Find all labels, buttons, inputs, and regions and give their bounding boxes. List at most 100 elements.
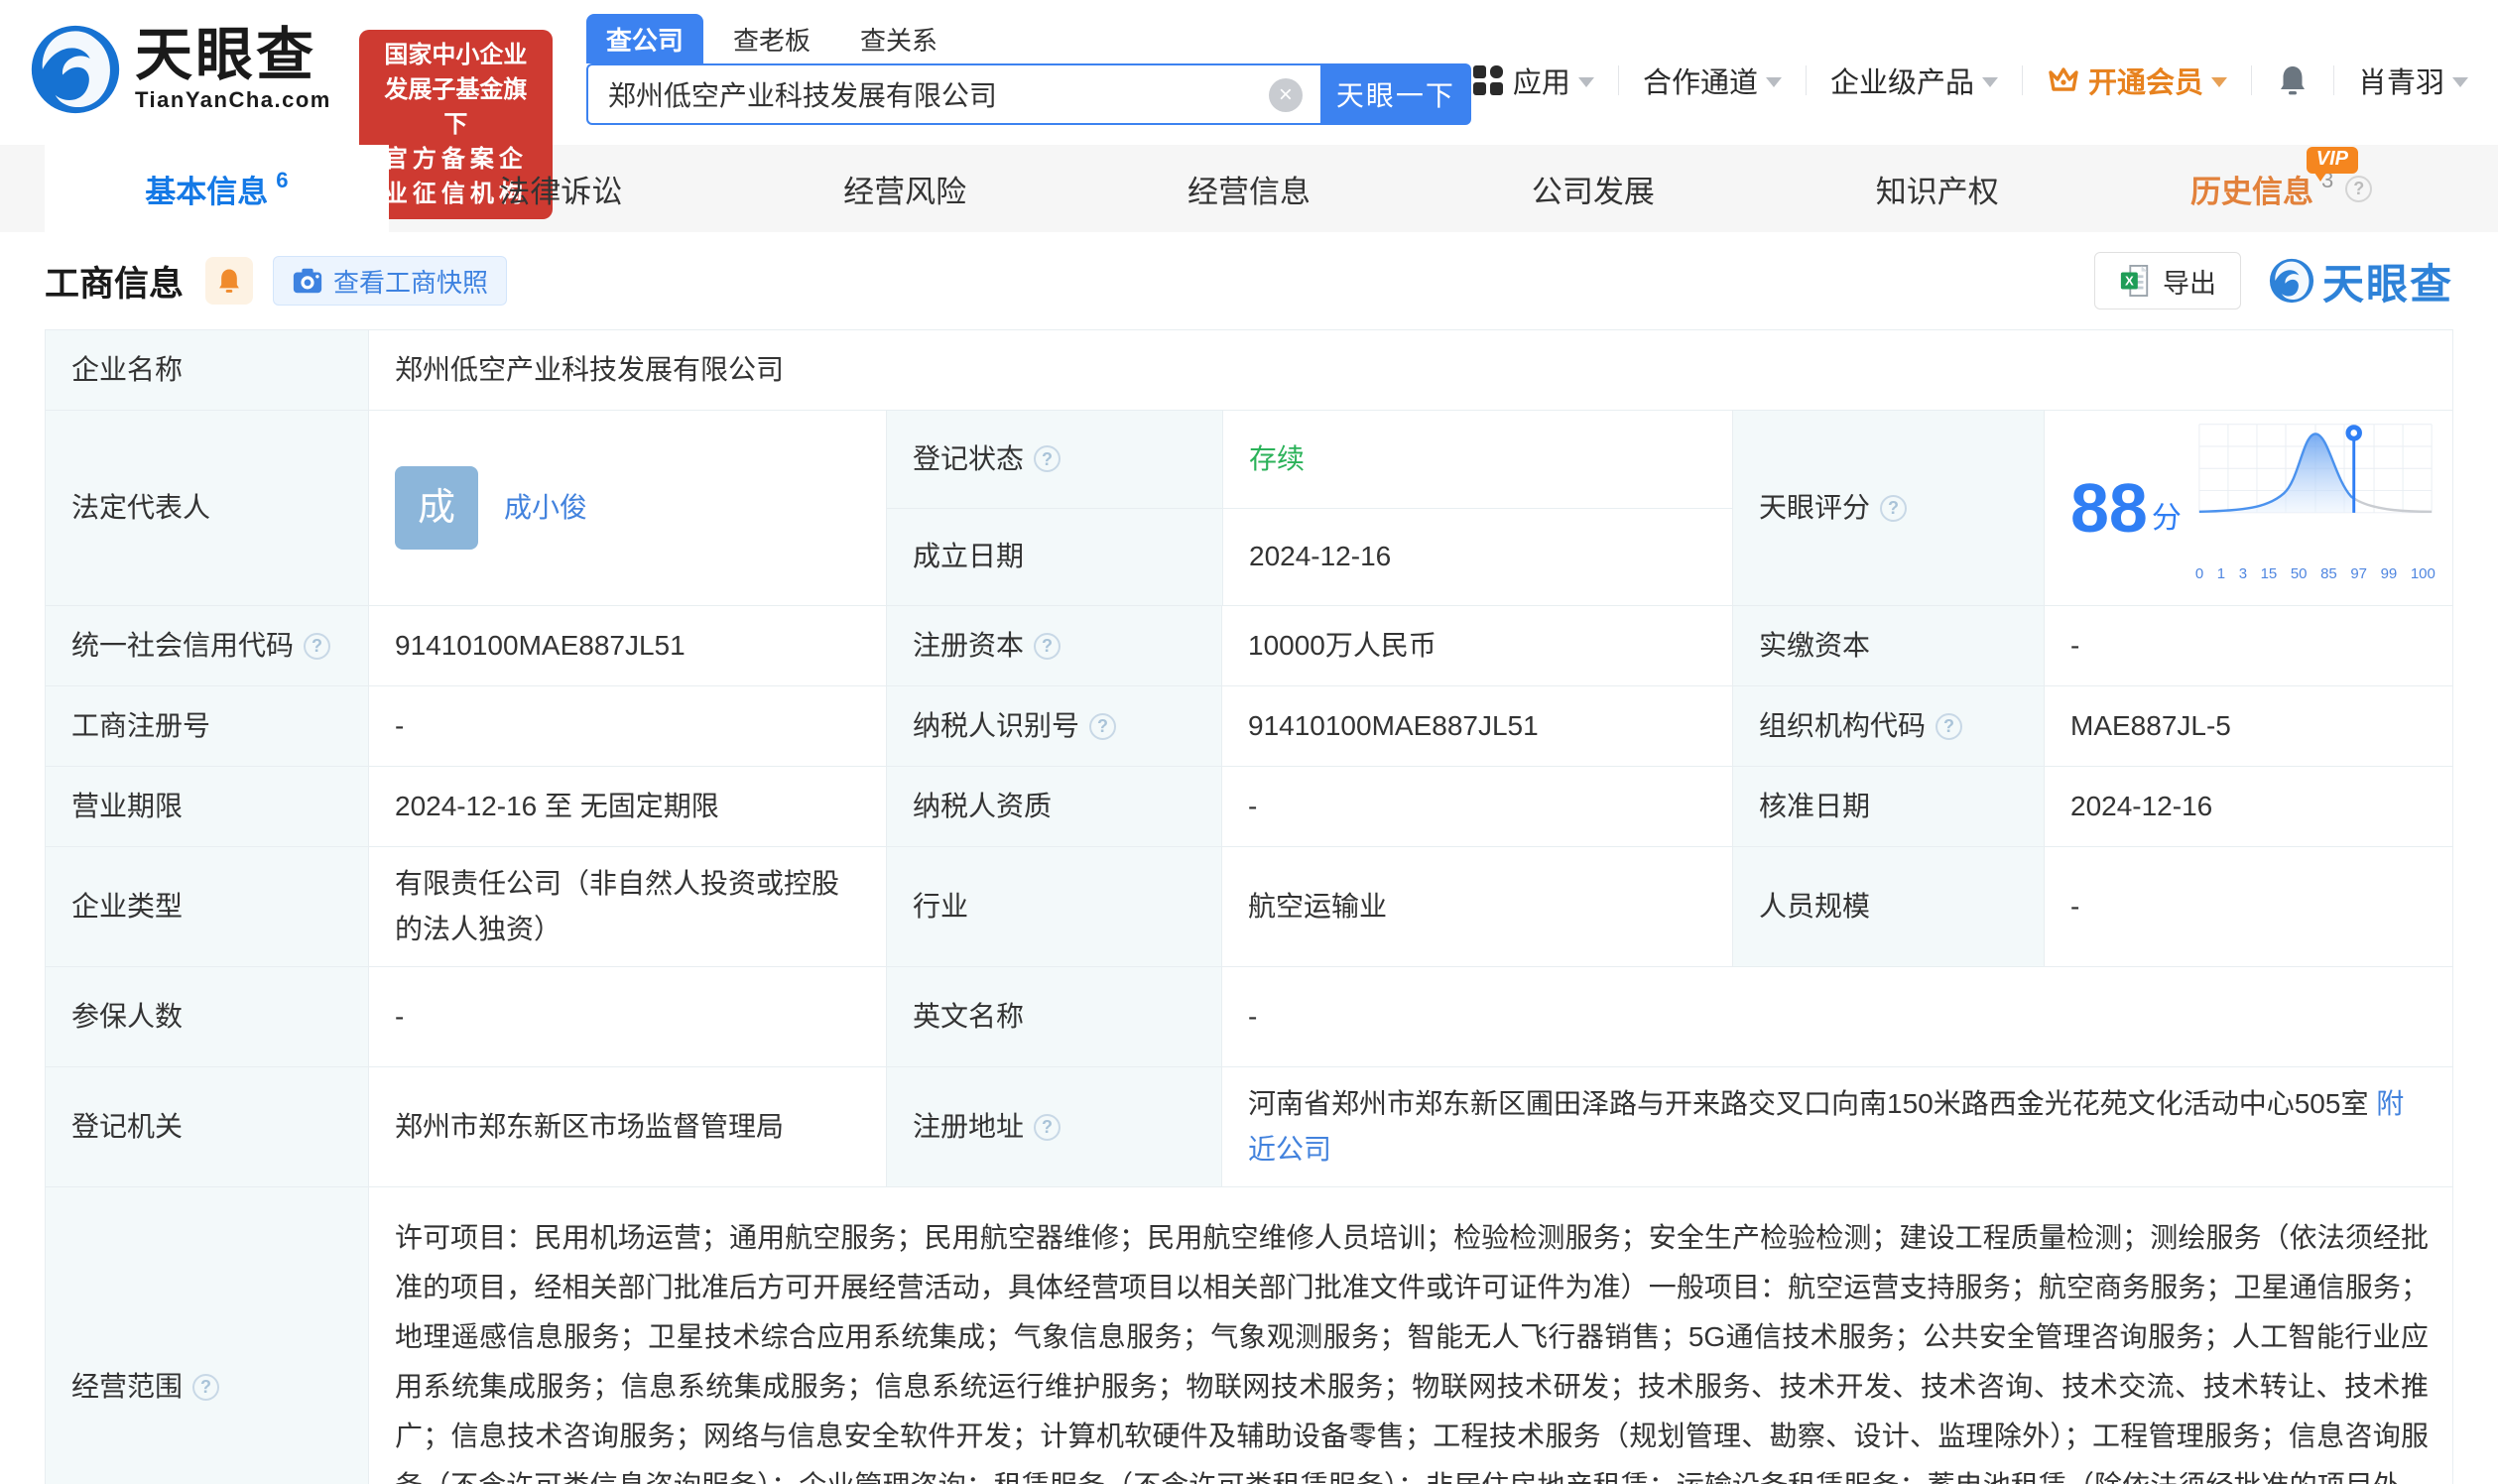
tab-history-info[interactable]: VIP 历史信息 3 ? — [2109, 145, 2453, 232]
user-menu[interactable]: 肖青羽 — [2358, 60, 2468, 101]
nav-enterprise-label: 企业级产品 — [1830, 60, 1974, 101]
search-button[interactable]: 天眼一下 — [1320, 63, 1471, 125]
nav-item-apps[interactable]: 应用 — [1471, 60, 1594, 101]
help-icon[interactable]: ? — [1880, 495, 1907, 522]
staff-size-label: 人员规模 — [1732, 847, 2044, 966]
help-icon[interactable]: ? — [1034, 445, 1061, 472]
tianyancha-logo[interactable]: 天眼查 TianYanCha.com — [30, 24, 331, 115]
clear-search-icon[interactable]: × — [1269, 78, 1303, 112]
table-row: 统一社会信用代码 ? 91410100MAE887JL51 注册资本 ? 100… — [46, 605, 2452, 685]
help-icon[interactable]: ? — [1034, 1114, 1061, 1141]
reg-status-label: 登记状态 ? — [887, 411, 1222, 508]
nav-item-vip[interactable]: 开通会员 — [2047, 60, 2227, 101]
status-date-block: 登记状态 ? 存续 成立日期 2024-12-16 — [886, 411, 1732, 605]
search-tab-boss[interactable]: 查老板 — [713, 14, 830, 63]
monitor-bell-button[interactable] — [205, 257, 253, 305]
table-row: 登记机关 郑州市郑东新区市场监督管理局 注册地址 ? 河南省郑州市郑东新区圃田泽… — [46, 1066, 2452, 1186]
logo-swirl-icon — [30, 24, 121, 115]
search-tab-company[interactable]: 查公司 — [586, 14, 703, 63]
tab-basic-info[interactable]: 基本信息 6 — [45, 145, 389, 232]
reg-capital-value: 10000万人民币 — [1221, 606, 1732, 685]
nav-divider — [2333, 65, 2334, 95]
bell-icon — [215, 267, 243, 295]
chevron-down-icon — [1982, 77, 1998, 87]
bell-curve-chart — [2195, 419, 2436, 536]
taxpayer-id-value: 91410100MAE887JL51 — [1221, 686, 1732, 766]
insured-count-label: 参保人数 — [46, 967, 368, 1066]
tab-intellectual-property[interactable]: 知识产权 — [1765, 145, 2109, 232]
industry-label: 行业 — [886, 847, 1221, 966]
table-row: 工商注册号 - 纳税人识别号 ? 91410100MAE887JL51 组织机构… — [46, 685, 2452, 766]
legal-rep-label: 法定代表人 — [46, 411, 368, 605]
company-detail-tabs: 基本信息 6 法律诉讼 经营风险 经营信息 公司发展 知识产权 VIP 历史信息… — [0, 145, 2498, 232]
help-icon[interactable]: ? — [1089, 713, 1116, 740]
credit-code-value: 91410100MAE887JL51 — [368, 606, 886, 685]
tab-label: 经营信息 — [1187, 167, 1311, 211]
search-type-tabs: 查公司 查老板 查关系 — [586, 14, 1471, 63]
help-icon[interactable]: ? — [192, 1374, 219, 1401]
tab-legal-proceedings[interactable]: 法律诉讼 — [389, 145, 733, 232]
nav-divider — [2022, 65, 2023, 95]
search-tab-relation[interactable]: 查关系 — [840, 14, 957, 63]
label-text: 登记状态 — [913, 436, 1024, 482]
company-name-label: 企业名称 — [46, 330, 368, 410]
gov-badge-line1: 国家中小企业发展子基金旗下 — [375, 38, 537, 142]
logo-title: 天眼查 — [135, 26, 331, 85]
reg-address-cell: 河南省郑州市郑东新区圃田泽路与开来路交叉口向南150米路西金光花苑文化活动中心5… — [1221, 1067, 2454, 1186]
table-row: 经营范围 ? 许可项目：民用机场运营；通用航空服务；民用航空器维修；民用航空维修… — [46, 1186, 2452, 1484]
tab-company-development[interactable]: 公司发展 — [1421, 145, 1765, 232]
business-info-section-header: 工商信息 查看工商快照 — [0, 232, 2498, 329]
table-row: 企业类型 有限责任公司（非自然人投资或控股的法人独资） 行业 航空运输业 人员规… — [46, 846, 2452, 966]
search-row: × 天眼一下 — [586, 63, 1471, 125]
score-axis: 01 315 5085 9799 100 — [2195, 552, 2436, 597]
search-input[interactable] — [586, 63, 1320, 125]
nav-partner-label: 合作通道 — [1643, 60, 1758, 101]
legal-rep-cell: 成 成小俊 — [368, 411, 886, 605]
help-icon[interactable]: ? — [1034, 633, 1061, 660]
help-icon[interactable]: ? — [2345, 176, 2372, 202]
export-button[interactable]: X 导出 — [2094, 252, 2241, 309]
score-distribution-chart: 01 315 5085 9799 100 — [2195, 419, 2436, 597]
help-icon[interactable]: ? — [1936, 713, 1962, 740]
taxpayer-qualification-value: - — [1221, 767, 1732, 846]
tab-label: 历史信息 — [2190, 167, 2313, 211]
taxpayer-id-label: 纳税人识别号 ? — [886, 686, 1221, 766]
company-type-label: 企业类型 — [46, 847, 368, 966]
reg-number-value: - — [368, 686, 886, 766]
tab-business-risk[interactable]: 经营风险 — [733, 145, 1077, 232]
search-area: 查公司 查老板 查关系 × 天眼一下 — [586, 14, 1471, 125]
app-grid-icon — [1471, 63, 1505, 97]
reg-address-value: 河南省郑州市郑东新区圃田泽路与开来路交叉口向南150米路西金光花苑文化活动中心5… — [1248, 1088, 2368, 1119]
taxpayer-qualification-label: 纳税人资质 — [886, 767, 1221, 846]
tianyancha-company-page: 天眼查 TianYanCha.com 国家中小企业发展子基金旗下 官方备案企业征… — [0, 0, 2498, 1484]
english-name-value: - — [1221, 967, 2454, 1066]
score-unit: 分 — [2152, 496, 2182, 542]
credit-code-label: 统一社会信用代码 ? — [46, 606, 368, 685]
reg-authority-value: 郑州市郑东新区市场监督管理局 — [368, 1067, 886, 1186]
nav-item-partner[interactable]: 合作通道 — [1643, 60, 1782, 101]
label-text: 组织机构代码 — [1759, 703, 1926, 749]
nav-item-enterprise[interactable]: 企业级产品 — [1830, 60, 1998, 101]
approval-date-label: 核准日期 — [1732, 767, 2044, 846]
logo-swirl-icon — [2269, 258, 2314, 304]
tab-business-info[interactable]: 经营信息 — [1077, 145, 1422, 232]
business-term-label: 营业期限 — [46, 767, 368, 846]
nav-apps-label: 应用 — [1513, 60, 1570, 101]
company-name-value: 郑州低空产业科技发展有限公司 — [368, 330, 2454, 410]
english-name-label: 英文名称 — [886, 967, 1221, 1066]
table-row: 参保人数 - 英文名称 - — [46, 966, 2452, 1066]
notification-bell-button[interactable] — [2276, 63, 2310, 97]
tab-count: 6 — [276, 168, 288, 193]
table-row: 法定代表人 成 成小俊 登记状态 ? 存续 成立日期 2024-12-16 — [46, 410, 2452, 605]
view-business-snapshot-button[interactable]: 查看工商快照 — [273, 256, 507, 306]
business-scope-value: 许可项目：民用机场运营；通用航空服务；民用航空器维修；民用航空维修人员培训；检验… — [368, 1187, 2454, 1484]
label-text: 统一社会信用代码 — [71, 623, 294, 669]
company-type-value: 有限责任公司（非自然人投资或控股的法人独资） — [368, 847, 886, 966]
help-icon[interactable]: ? — [304, 633, 330, 660]
nav-divider — [1618, 65, 1619, 95]
section-title: 工商信息 — [45, 256, 184, 307]
legal-rep-name-link[interactable]: 成小俊 — [504, 485, 587, 531]
excel-icon: X — [2119, 264, 2151, 298]
top-navigation: 应用 合作通道 企业级产品 开通会员 — [1471, 60, 2468, 101]
paid-capital-value: - — [2044, 606, 2454, 685]
